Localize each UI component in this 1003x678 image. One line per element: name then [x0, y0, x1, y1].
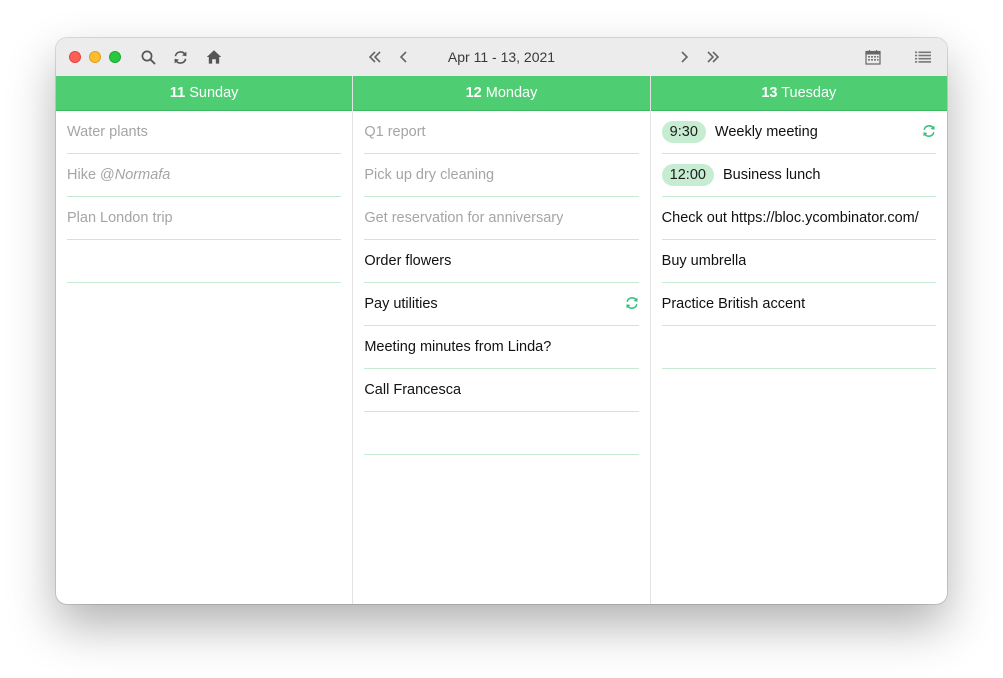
task-item[interactable]: 9:30 Weekly meeting — [661, 111, 936, 154]
day-number: 11 — [169, 85, 186, 101]
task-text: Get reservation for anniversary — [364, 210, 564, 226]
day-column-sunday: 11 Sunday Water plants Hike @Normafa Pla… — [56, 76, 353, 604]
list-icon[interactable] — [915, 49, 931, 65]
task-text: Order flowers — [364, 253, 452, 269]
day-columns: 11 Sunday Water plants Hike @Normafa Pla… — [56, 76, 947, 604]
date-range-container: Apr 11 - 13, 2021 — [56, 38, 947, 76]
day-header-monday[interactable]: 12 Monday — [353, 76, 650, 111]
day-header-tuesday[interactable]: 13 Tuesday — [650, 76, 947, 111]
day-number: 13 — [761, 85, 778, 101]
app-window: Apr 11 - 13, 2021 11 Sunday Water plants… — [56, 38, 947, 604]
time-badge: 12:00 — [661, 164, 714, 186]
task-text: Weekly meeting — [714, 124, 818, 140]
task-item[interactable]: Q1 report — [364, 111, 639, 154]
day-header-sunday[interactable]: 11 Sunday — [56, 76, 353, 111]
new-task-input[interactable] — [364, 412, 639, 455]
task-text-plain: Hike @ — [67, 167, 115, 183]
day-name: Tuesday — [781, 85, 837, 101]
close-window-button[interactable] — [69, 51, 81, 63]
task-text: Meeting minutes from Linda? — [364, 339, 552, 355]
day-name: Sunday — [189, 85, 239, 101]
task-item[interactable]: Call Francesca — [364, 369, 639, 412]
task-item[interactable]: Water plants — [67, 111, 342, 154]
task-item[interactable]: Get reservation for anniversary — [364, 197, 639, 240]
task-item[interactable]: Buy umbrella — [661, 240, 936, 283]
task-text: Water plants — [67, 124, 148, 140]
task-item[interactable]: Pick up dry cleaning — [364, 154, 639, 197]
task-text: Buy umbrella — [661, 253, 747, 269]
task-text-tag: Normafa — [114, 167, 171, 183]
task-text: Hike @Normafa — [67, 167, 170, 183]
minimize-window-button[interactable] — [89, 51, 101, 63]
chevron-right-icon[interactable] — [676, 49, 692, 65]
task-text: Call Francesca — [364, 382, 462, 398]
new-task-input[interactable] — [67, 240, 342, 283]
task-list: 9:30 Weekly meeting 12:00 Business lunch… — [651, 111, 947, 369]
task-text: Practice British accent — [661, 296, 806, 312]
double-chevron-left-icon[interactable] — [367, 49, 383, 65]
date-range-label: Apr 11 - 13, 2021 — [447, 49, 556, 65]
day-column-monday: 12 Monday Q1 report Pick up dry cleaning… — [352, 76, 650, 604]
task-text: Business lunch — [722, 167, 821, 183]
task-item[interactable]: Practice British accent — [661, 283, 936, 326]
day-number: 12 — [465, 85, 482, 101]
task-text: Pay utilities — [364, 296, 438, 312]
repeat-icon — [626, 297, 638, 309]
new-task-input[interactable] — [661, 326, 936, 369]
task-list: Q1 report Pick up dry cleaning Get reser… — [353, 111, 649, 455]
repeat-icon — [923, 125, 935, 137]
task-text: Pick up dry cleaning — [364, 167, 495, 183]
calendar-icon[interactable] — [865, 49, 881, 65]
double-chevron-right-icon[interactable] — [705, 49, 721, 65]
task-text: Q1 report — [364, 124, 426, 140]
title-bar: Apr 11 - 13, 2021 — [56, 38, 947, 77]
task-item[interactable]: Hike @Normafa — [67, 154, 342, 197]
time-badge: 9:30 — [661, 121, 706, 143]
task-item[interactable]: 12:00 Business lunch — [661, 154, 936, 197]
search-icon[interactable] — [140, 49, 156, 65]
day-name: Monday — [485, 85, 538, 101]
refresh-icon[interactable] — [172, 49, 188, 65]
day-column-tuesday: 13 Tuesday 9:30 Weekly meeting 12:00 Bus… — [649, 76, 947, 604]
task-list: Water plants Hike @Normafa Plan London t… — [56, 111, 352, 283]
task-item[interactable]: Order flowers — [364, 240, 639, 283]
task-text: Check out https://bloc.ycombinator.com/ — [661, 210, 919, 226]
task-item[interactable]: Pay utilities — [364, 283, 639, 326]
chevron-left-icon[interactable] — [396, 49, 412, 65]
task-item[interactable]: Meeting minutes from Linda? — [364, 326, 639, 369]
task-item[interactable]: Check out https://bloc.ycombinator.com/ — [661, 197, 936, 240]
task-item[interactable]: Plan London trip — [67, 197, 342, 240]
task-text: Plan London trip — [67, 210, 173, 226]
home-icon[interactable] — [206, 49, 222, 65]
zoom-window-button[interactable] — [109, 51, 121, 63]
